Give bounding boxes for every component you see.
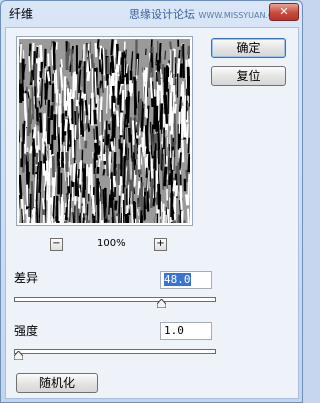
watermark-cn: 思缘设计论坛 — [129, 8, 195, 21]
strength-value: 1.0 — [164, 324, 184, 337]
strength-slider-thumb[interactable] — [14, 351, 23, 360]
strength-slider-track[interactable] — [14, 349, 216, 354]
dialog-body: 确定 复位 − 100% + 差异 48.0 强度 1.0 随机化 — [5, 27, 299, 399]
preview-frame[interactable] — [16, 36, 193, 226]
zoom-out-button[interactable]: − — [50, 238, 63, 251]
ok-button[interactable]: 确定 — [211, 38, 286, 58]
close-icon: ✕ — [279, 5, 289, 18]
variance-input[interactable]: 48.0 — [160, 271, 212, 289]
watermark: 思缘设计论坛 WWW.MISSYUAN.COM — [129, 6, 287, 22]
randomize-button[interactable]: 随机化 — [16, 373, 98, 393]
zoom-in-button[interactable]: + — [154, 238, 167, 251]
reset-button[interactable]: 复位 — [211, 66, 286, 86]
variance-value: 48.0 — [164, 273, 191, 286]
fiber-preview-image — [19, 39, 190, 223]
zoom-controls: − 100% + — [50, 238, 170, 254]
strength-input[interactable]: 1.0 — [160, 322, 212, 340]
close-button[interactable]: ✕ — [269, 3, 299, 21]
variance-slider-track[interactable] — [14, 297, 216, 302]
variance-slider-thumb[interactable] — [156, 299, 166, 308]
minus-icon: − — [52, 238, 61, 249]
title-bar[interactable]: 纤维 思缘设计论坛 WWW.MISSYUAN.COM ✕ — [1, 1, 302, 25]
strength-label: 强度 — [14, 324, 39, 338]
plus-icon: + — [156, 238, 165, 249]
zoom-level: 100% — [97, 238, 126, 249]
filter-dialog: 纤维 思缘设计论坛 WWW.MISSYUAN.COM ✕ 确定 复位 − 100… — [0, 0, 303, 403]
variance-label: 差异 — [14, 271, 39, 285]
dialog-title: 纤维 — [9, 7, 34, 21]
